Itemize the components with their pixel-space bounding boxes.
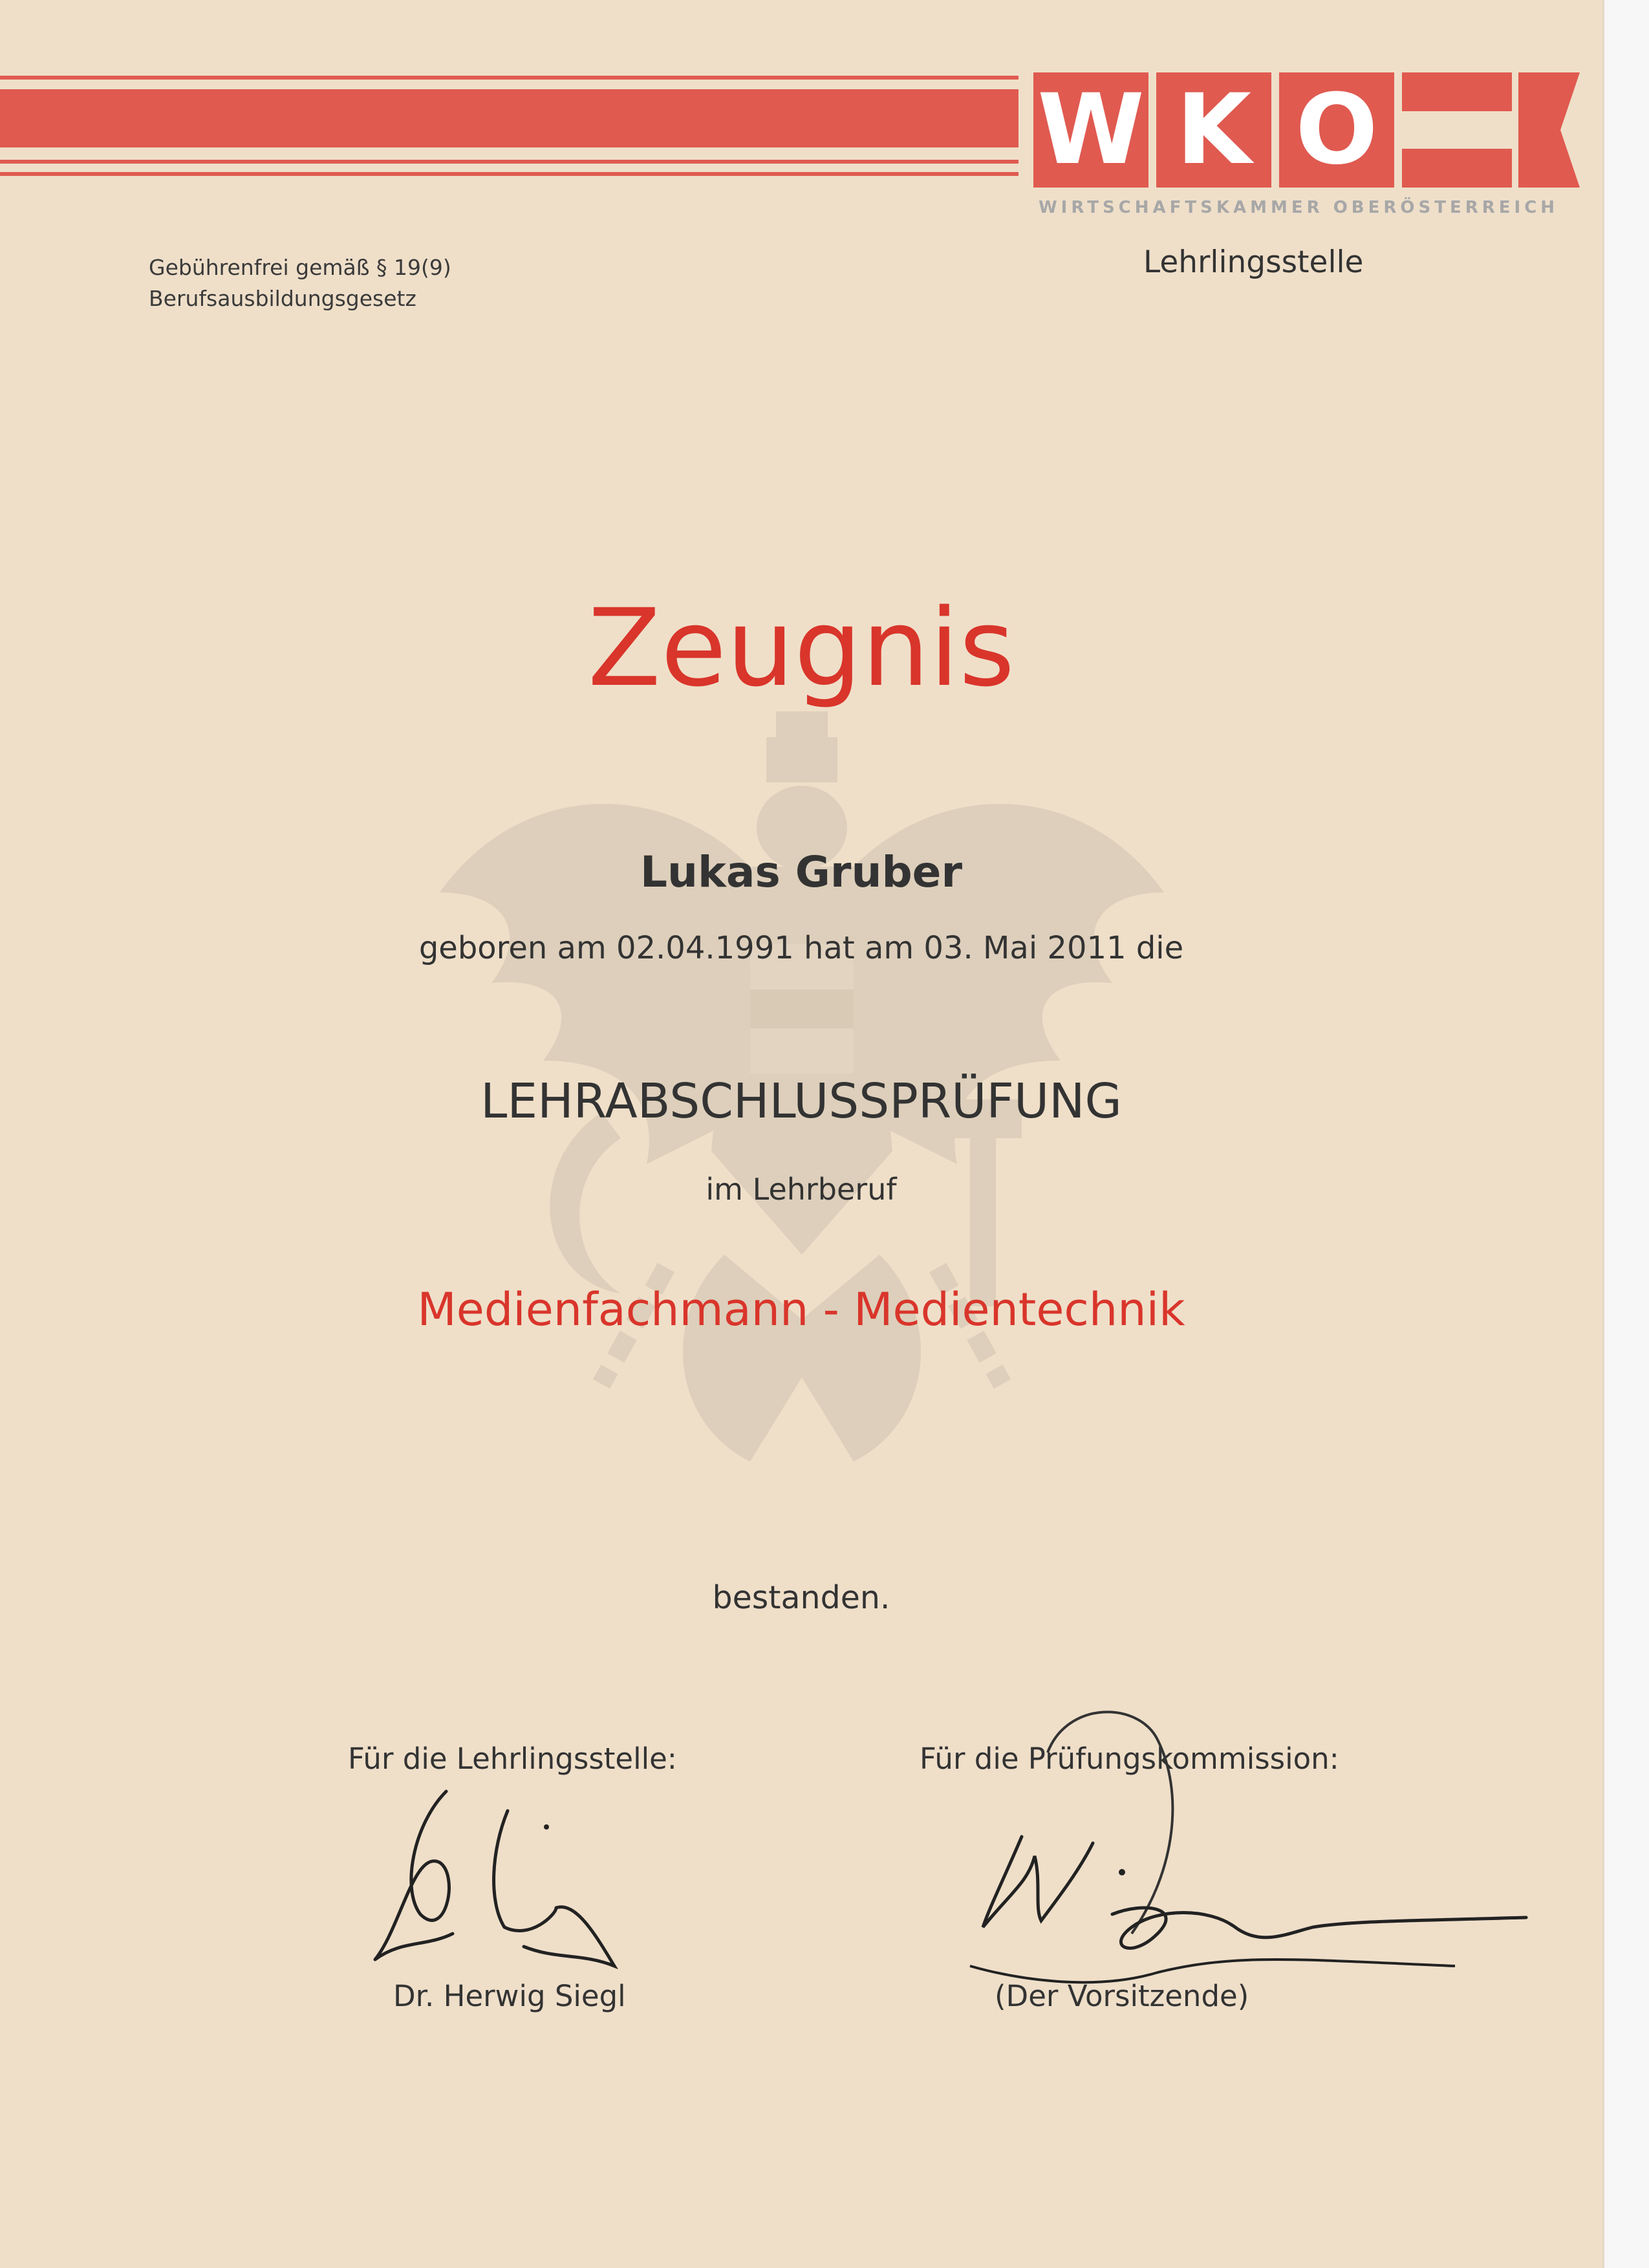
fee-notice: Gebührenfrei gemäß § 19(9) Berufsausbild… bbox=[149, 252, 451, 314]
wko-logo: W K O bbox=[1033, 72, 1580, 188]
logo-letter-o: O bbox=[1279, 72, 1394, 188]
fee-line-1: Gebührenfrei gemäß § 19(9) bbox=[149, 255, 451, 280]
header-stripe-top bbox=[0, 76, 1018, 80]
fee-line-2: Berufsausbildungsgesetz bbox=[149, 286, 416, 311]
right-signatory-name: (Der Vorsitzende) bbox=[995, 1979, 1249, 2013]
left-signature-icon bbox=[373, 1789, 618, 1970]
header-band bbox=[0, 89, 1018, 147]
office-name: Lehrlingsstelle bbox=[1143, 244, 1364, 280]
right-signature-icon bbox=[969, 1711, 1528, 1984]
profession-name: Medienfachmann - Medientechnik bbox=[417, 1283, 1185, 1336]
recipient-name: Lukas Gruber bbox=[640, 847, 962, 897]
exam-result: bestanden. bbox=[712, 1579, 890, 1616]
certificate-title: Zeugnis bbox=[587, 586, 1015, 710]
header-stripe-bottom-2 bbox=[0, 172, 1018, 176]
in-profession-label: im Lehrberuf bbox=[706, 1172, 897, 1207]
header-stripe-bottom bbox=[0, 160, 1018, 164]
logo-letter-k: K bbox=[1156, 72, 1271, 188]
austria-flag-icon bbox=[1402, 72, 1580, 188]
scan-border bbox=[1602, 0, 1649, 2268]
left-signatory-name: Dr. Herwig Siegl bbox=[393, 1979, 626, 2013]
birth-and-date-line: geboren am 02.04.1991 hat am 03. Mai 201… bbox=[418, 930, 1184, 966]
left-signature-label: Für die Lehrlingsstelle: bbox=[348, 1742, 677, 1776]
logo-subtitle: WIRTSCHAFTSKAMMER OBERÖSTERREICH bbox=[1039, 198, 1559, 217]
logo-letter-w: W bbox=[1033, 72, 1148, 188]
exam-name: LEHRABSCHLUSSPRÜFUNG bbox=[480, 1074, 1122, 1129]
